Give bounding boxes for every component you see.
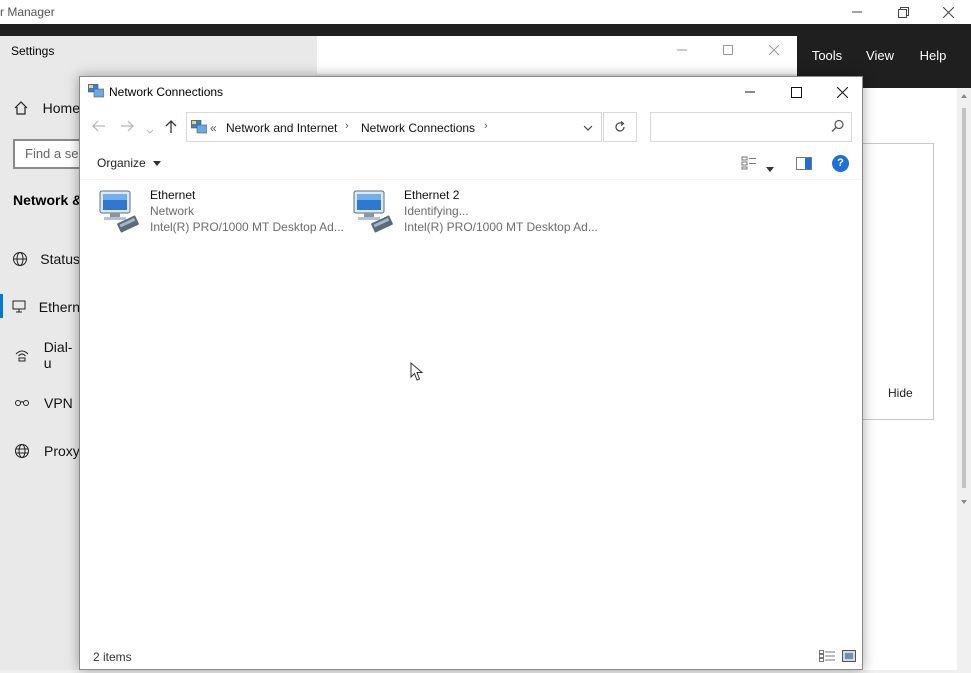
chevron-down-icon — [146, 129, 154, 134]
sidebar-item-proxy[interactable]: Proxy — [0, 431, 80, 471]
status-bar — [80, 645, 862, 669]
sidebar-item-vpn[interactable]: VPN — [0, 383, 80, 423]
server-manager-title: r Manager — [0, 5, 55, 19]
change-view-button[interactable] — [741, 156, 757, 173]
sidebar-item-label: Ethern — [38, 299, 80, 315]
up-arrow-icon — [165, 120, 177, 133]
sidebar-item-label: Proxy — [44, 443, 80, 459]
globe-icon — [0, 251, 40, 267]
maximize-icon — [790, 86, 802, 98]
settings-maximize-button[interactable] — [705, 38, 751, 62]
connection-adapter: Intel(R) PRO/1000 MT Desktop Ad... — [404, 220, 598, 234]
network-connections-icon — [88, 84, 104, 98]
sidebar-item-label: Dial-u — [43, 339, 73, 371]
connection-item-ethernet-2[interactable]: Ethernet 2 Identifying... Intel(R) PRO/1… — [334, 185, 598, 237]
close-icon — [942, 6, 954, 18]
sm-close-button[interactable] — [925, 0, 971, 24]
caret-down-icon — [153, 161, 162, 167]
chevron-right-icon[interactable]: › — [484, 120, 488, 132]
ethernet-icon — [0, 299, 39, 315]
connection-status: Identifying... — [404, 204, 469, 218]
minimize-icon — [852, 11, 862, 13]
back-button[interactable] — [92, 119, 106, 135]
explorer-close-button[interactable] — [819, 77, 865, 107]
sidebar-item-dialup[interactable]: Dial-u — [0, 335, 80, 375]
connection-status: Network — [150, 204, 195, 218]
vpn-icon — [0, 395, 44, 411]
sidebar-item-label: VPN — [44, 395, 73, 411]
refresh-icon — [615, 121, 625, 132]
item-count: 2 items — [93, 650, 132, 664]
close-icon — [836, 86, 848, 98]
preview-pane-button[interactable] — [796, 157, 812, 173]
explorer-title: Network Connections — [109, 85, 224, 99]
search-input[interactable] — [650, 112, 852, 142]
chevron-right-icon[interactable]: › — [345, 120, 349, 132]
search-icon — [831, 119, 844, 132]
restore-icon — [897, 6, 909, 18]
back-arrow-icon — [92, 120, 105, 132]
recent-locations-button[interactable] — [146, 122, 154, 138]
mouse-cursor-icon — [410, 362, 424, 381]
network-connections-window: Network Connections « Network and Intern… — [79, 76, 863, 670]
breadcrumb-overflow[interactable]: « — [210, 121, 217, 135]
home-icon — [0, 100, 43, 116]
explorer-maximize-button[interactable] — [773, 77, 819, 107]
home-label: Home — [42, 100, 80, 116]
network-adapter-icon — [99, 190, 139, 233]
forward-arrow-icon — [121, 120, 134, 132]
explorer-minimize-button[interactable] — [727, 77, 773, 107]
settings-minimize-button[interactable] — [659, 38, 705, 62]
details-view-button[interactable] — [819, 650, 835, 665]
maximize-icon — [723, 45, 733, 55]
sidebar-item-label: Status — [40, 251, 80, 267]
connection-item-ethernet[interactable]: Ethernet Network Intel(R) PRO/1000 MT De… — [80, 185, 344, 237]
sidebar-item-status[interactable]: Status — [0, 239, 80, 279]
large-icons-view-button[interactable] — [842, 650, 856, 665]
dialup-icon — [0, 347, 44, 363]
connection-name: Ethernet 2 — [404, 188, 460, 202]
address-bar[interactable]: « Network and Internet › Network Connect… — [186, 112, 602, 142]
breadcrumb-network-connections[interactable]: Network Connections — [361, 121, 475, 135]
up-button[interactable] — [165, 119, 177, 136]
organize-label: Organize — [97, 156, 146, 170]
server-manager-titlebar — [0, 0, 971, 24]
settings-close-button[interactable] — [751, 38, 797, 62]
view-dropdown-button[interactable] — [766, 161, 774, 175]
forward-button[interactable] — [120, 119, 134, 135]
preview-pane-icon — [796, 157, 812, 170]
view-options-icon — [741, 156, 756, 170]
settings-section-heading: Network & — [13, 192, 83, 208]
hide-link[interactable]: Hide — [888, 386, 913, 400]
sidebar-item-ethernet[interactable]: Ethern — [0, 287, 80, 327]
sm-minimize-button[interactable] — [834, 0, 880, 24]
proxy-globe-icon — [0, 443, 44, 459]
vertical-scrollbar[interactable] — [957, 88, 971, 670]
menu-help[interactable]: Help — [911, 24, 955, 88]
close-icon — [769, 45, 779, 55]
network-adapter-icon — [353, 190, 393, 233]
details-view-icon — [819, 650, 835, 662]
settings-home[interactable]: Home — [0, 88, 80, 128]
organize-button[interactable]: Organize — [97, 156, 162, 170]
breadcrumb-network-and-internet[interactable]: Network and Internet — [226, 121, 337, 135]
minimize-icon — [677, 49, 687, 51]
caret-down-icon — [766, 167, 774, 172]
control-panel-icon — [191, 120, 207, 134]
sm-restore-button[interactable] — [880, 0, 926, 24]
background-box — [862, 143, 934, 420]
connection-name: Ethernet — [150, 188, 196, 202]
settings-title: Settings — [11, 44, 55, 58]
minimize-icon — [745, 91, 755, 93]
scroll-arrows-icon — [961, 94, 967, 504]
help-button[interactable]: ? — [832, 155, 849, 172]
refresh-button[interactable] — [603, 112, 637, 142]
large-icons-view-icon — [842, 650, 856, 662]
connection-adapter: Intel(R) PRO/1000 MT Desktop Ad... — [150, 220, 344, 234]
chevron-down-icon[interactable] — [583, 125, 593, 131]
